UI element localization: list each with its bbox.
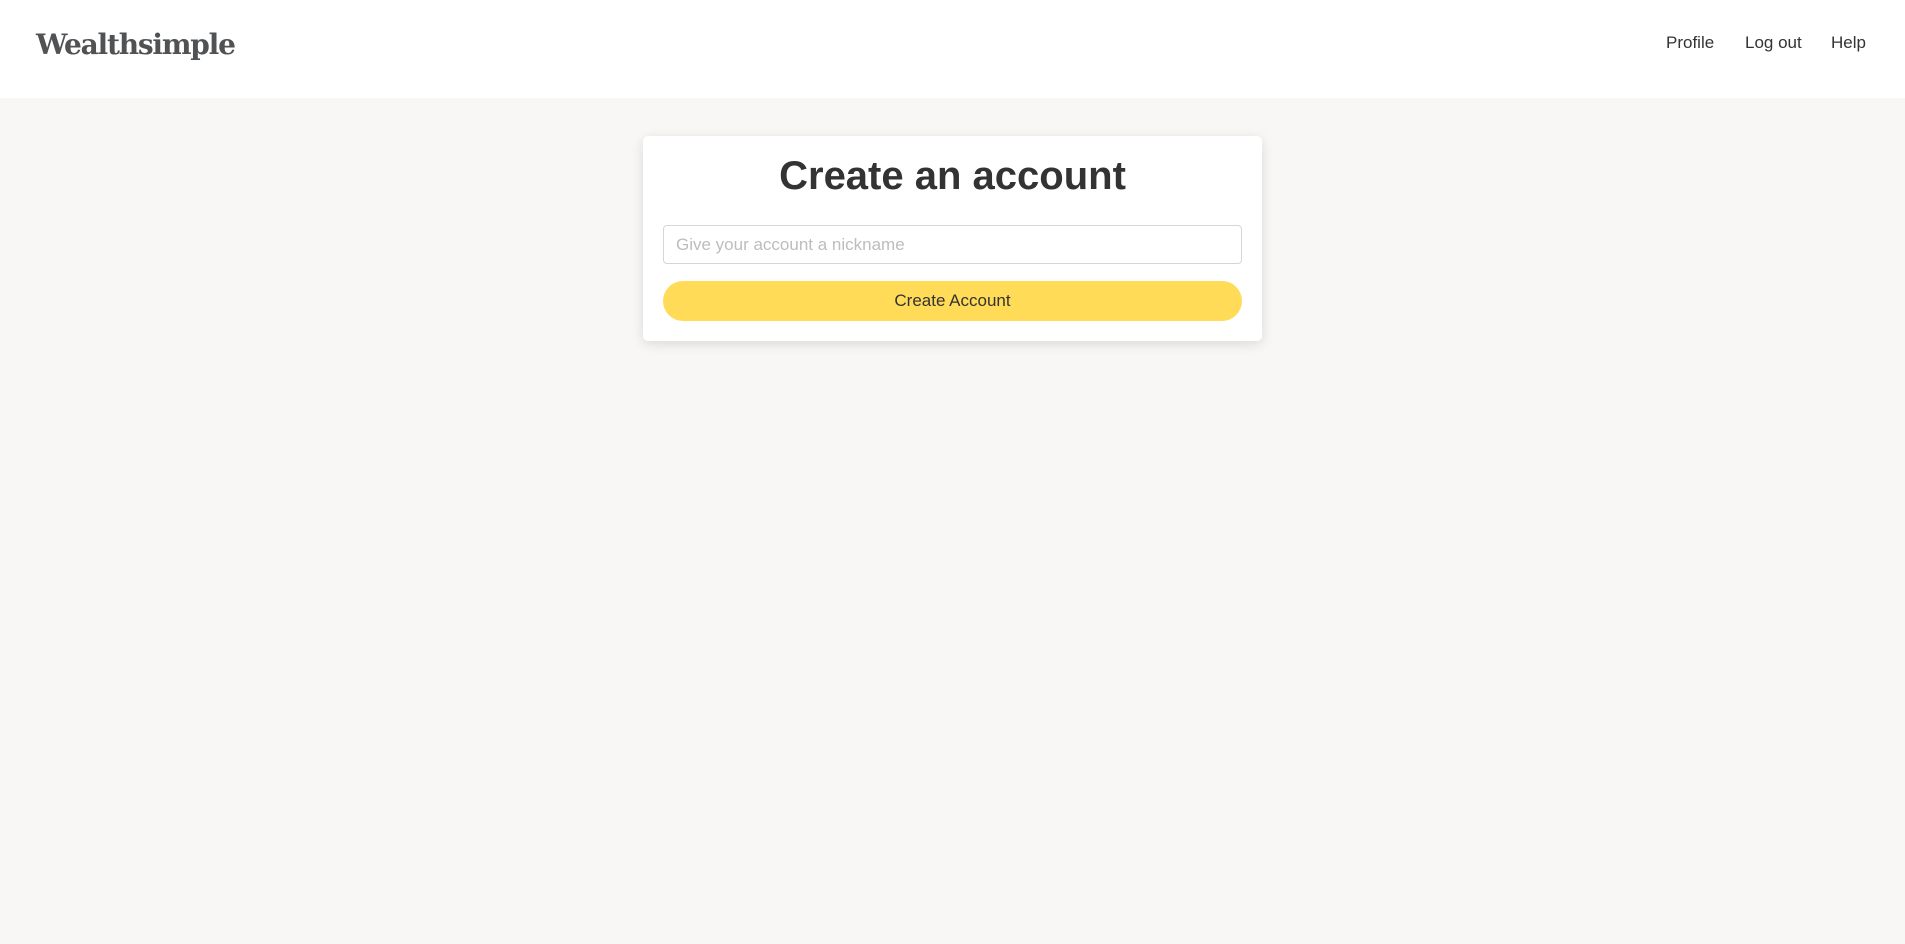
create-account-button[interactable]: Create Account (663, 281, 1242, 321)
top-header: Wealthsimple Profile Log out Help (0, 0, 1905, 98)
create-account-card: Create an account Create Account (643, 136, 1262, 341)
page-title: Create an account (779, 154, 1126, 198)
account-nickname-input[interactable] (663, 225, 1242, 264)
nav-help-link[interactable]: Help (1831, 33, 1866, 53)
wealthsimple-logo[interactable]: Wealthsimple (36, 28, 236, 61)
nav-profile-link[interactable]: Profile (1666, 33, 1714, 53)
nav-logout-link[interactable]: Log out (1745, 33, 1802, 53)
